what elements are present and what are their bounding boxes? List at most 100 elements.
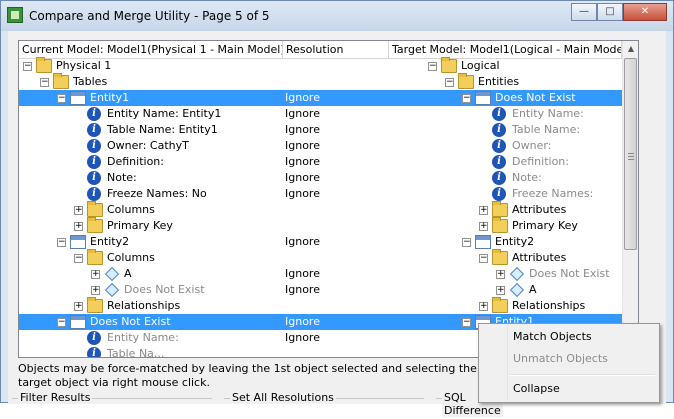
collapse-icon[interactable]: −: [462, 238, 471, 247]
collapse-icon[interactable]: −: [462, 94, 471, 103]
close-button[interactable]: ✕: [623, 3, 667, 21]
title-bar[interactable]: Compare and Merge Utility - Page 5 of 5 …: [1, 1, 673, 31]
resolution-cell[interactable]: Ignore: [285, 234, 320, 250]
column-header-resolution[interactable]: Resolution: [283, 41, 389, 58]
table-row[interactable]: − Columns − Attributes: [19, 249, 622, 266]
table-row[interactable]: + Primary Key + Primary Key: [19, 217, 622, 234]
resolution-cell[interactable]: Ignore: [285, 154, 320, 170]
right-label: Definition:: [512, 155, 569, 168]
collapse-icon[interactable]: −: [57, 94, 66, 103]
left-label: Does Not Exist: [124, 283, 205, 296]
collapse-icon[interactable]: −: [445, 78, 454, 87]
folder-icon: [36, 57, 52, 73]
resolution-cell[interactable]: Ignore: [285, 330, 320, 346]
info-icon: i: [87, 107, 101, 121]
entity-table-icon: [475, 91, 491, 105]
resolution-cell[interactable]: Ignore: [285, 170, 320, 186]
table-row[interactable]: + Columns + Attributes: [19, 201, 622, 218]
compare-tree-grid[interactable]: Current Model: Model1(Physical 1 - Main …: [18, 40, 639, 358]
resolution-cell[interactable]: Ignore: [285, 106, 320, 122]
resolution-cell[interactable]: Ignore: [285, 122, 320, 138]
info-icon: i: [492, 107, 506, 121]
table-row[interactable]: + A + Does Not Exist Ignore: [19, 266, 622, 282]
info-icon: i: [87, 123, 101, 137]
expand-icon[interactable]: +: [91, 270, 100, 279]
expand-icon[interactable]: +: [74, 222, 83, 231]
collapse-icon[interactable]: −: [57, 318, 66, 327]
collapse-icon[interactable]: −: [74, 254, 83, 263]
expand-icon[interactable]: +: [496, 286, 505, 295]
right-label: Note:: [512, 171, 542, 184]
attribute-diamond-icon: [104, 266, 120, 282]
table-row[interactable]: i Owner: CathyT i Owner: Ignore: [19, 138, 622, 154]
entity-table-icon: [70, 235, 86, 249]
minimize-button[interactable]: —: [571, 3, 597, 21]
table-row[interactable]: i Freeze Names: No i Freeze Names: Ignore: [19, 186, 622, 202]
table-row[interactable]: − Tables − Entities: [19, 73, 622, 90]
expand-icon[interactable]: +: [479, 302, 488, 311]
grip-line: [628, 153, 634, 154]
collapse-icon[interactable]: −: [462, 318, 471, 327]
entity-table-icon: [70, 91, 86, 105]
table-row[interactable]: i Entity Name: Entity1 i Entity Name: Ignore: [19, 106, 622, 122]
column-header-current-model[interactable]: Current Model: Model1(Physical 1 - Main …: [19, 41, 283, 58]
left-label: Columns: [107, 203, 155, 216]
right-label: Does Not Exist: [495, 91, 576, 104]
expand-icon[interactable]: +: [496, 270, 505, 279]
scroll-thumb[interactable]: [624, 58, 637, 250]
grip-line: [628, 156, 634, 157]
collapse-icon[interactable]: −: [23, 62, 32, 71]
table-row[interactable]: i Note: i Note: Ignore: [19, 170, 622, 186]
resolution-cell[interactable]: Ignore: [285, 138, 320, 154]
folder-icon: [492, 217, 508, 233]
column-header-target-model[interactable]: Target Model: Model1(Logical - Main Mode…: [389, 41, 622, 58]
menu-item-collapse[interactable]: Collapse: [481, 379, 657, 399]
scroll-up-icon[interactable]: ▲: [623, 41, 638, 57]
left-label: Entity Name:: [107, 331, 179, 344]
expand-icon[interactable]: +: [91, 286, 100, 295]
resolution-cell[interactable]: Ignore: [285, 186, 320, 202]
folder-icon: [441, 57, 457, 73]
menu-item-match-objects[interactable]: Match Objects: [481, 327, 657, 347]
menu-separator: [509, 374, 655, 376]
expand-icon[interactable]: +: [479, 206, 488, 215]
info-icon: i: [87, 155, 101, 169]
entity-table-icon: [475, 235, 491, 249]
collapse-icon[interactable]: −: [40, 78, 49, 87]
resolution-cell[interactable]: Ignore: [285, 90, 320, 106]
info-icon: i: [87, 187, 101, 201]
maximize-button[interactable]: □: [597, 3, 623, 21]
left-label: Note:: [107, 171, 137, 184]
right-label: Table Name:: [512, 123, 581, 136]
info-icon: i: [87, 139, 101, 153]
folder-icon: [87, 249, 103, 265]
right-label: Attributes: [512, 203, 567, 216]
expand-icon[interactable]: +: [74, 206, 83, 215]
right-label: Owner:: [512, 139, 552, 152]
expand-icon[interactable]: +: [479, 222, 488, 231]
compare-merge-window: Compare and Merge Utility - Page 5 of 5 …: [0, 0, 674, 417]
right-label: Relationships: [512, 299, 586, 312]
filter-results-label: Filter Results: [18, 391, 93, 404]
collapse-icon[interactable]: −: [479, 254, 488, 263]
table-row[interactable]: + Relationships + Relationships: [19, 297, 622, 314]
vertical-scrollbar[interactable]: ▲ ▼: [622, 41, 638, 357]
resolution-cell[interactable]: Ignore: [285, 314, 320, 330]
right-label: Attributes: [512, 251, 567, 264]
folder-icon: [87, 297, 103, 313]
table-row[interactable]: − Entity1 − Does Not Exist Ignore: [19, 90, 622, 106]
info-icon: i: [492, 187, 506, 201]
info-icon: i: [492, 123, 506, 137]
table-row[interactable]: − Entity2 − Entity2 Ignore: [19, 234, 622, 250]
left-label: Entity1: [90, 91, 130, 104]
table-row[interactable]: i Definition: i Definition: Ignore: [19, 154, 622, 170]
right-label: Entity Name:: [512, 107, 584, 120]
table-row[interactable]: − Physical 1 − Logical: [19, 57, 622, 74]
table-row[interactable]: + Does Not Exist + A Ignore: [19, 282, 622, 298]
collapse-icon[interactable]: −: [57, 238, 66, 247]
table-row[interactable]: i Table Name: Entity1 i Table Name: Ignore: [19, 122, 622, 138]
collapse-icon[interactable]: −: [428, 62, 437, 71]
resolution-cell[interactable]: Ignore: [285, 282, 320, 298]
resolution-cell[interactable]: Ignore: [285, 266, 320, 282]
expand-icon[interactable]: +: [74, 302, 83, 311]
